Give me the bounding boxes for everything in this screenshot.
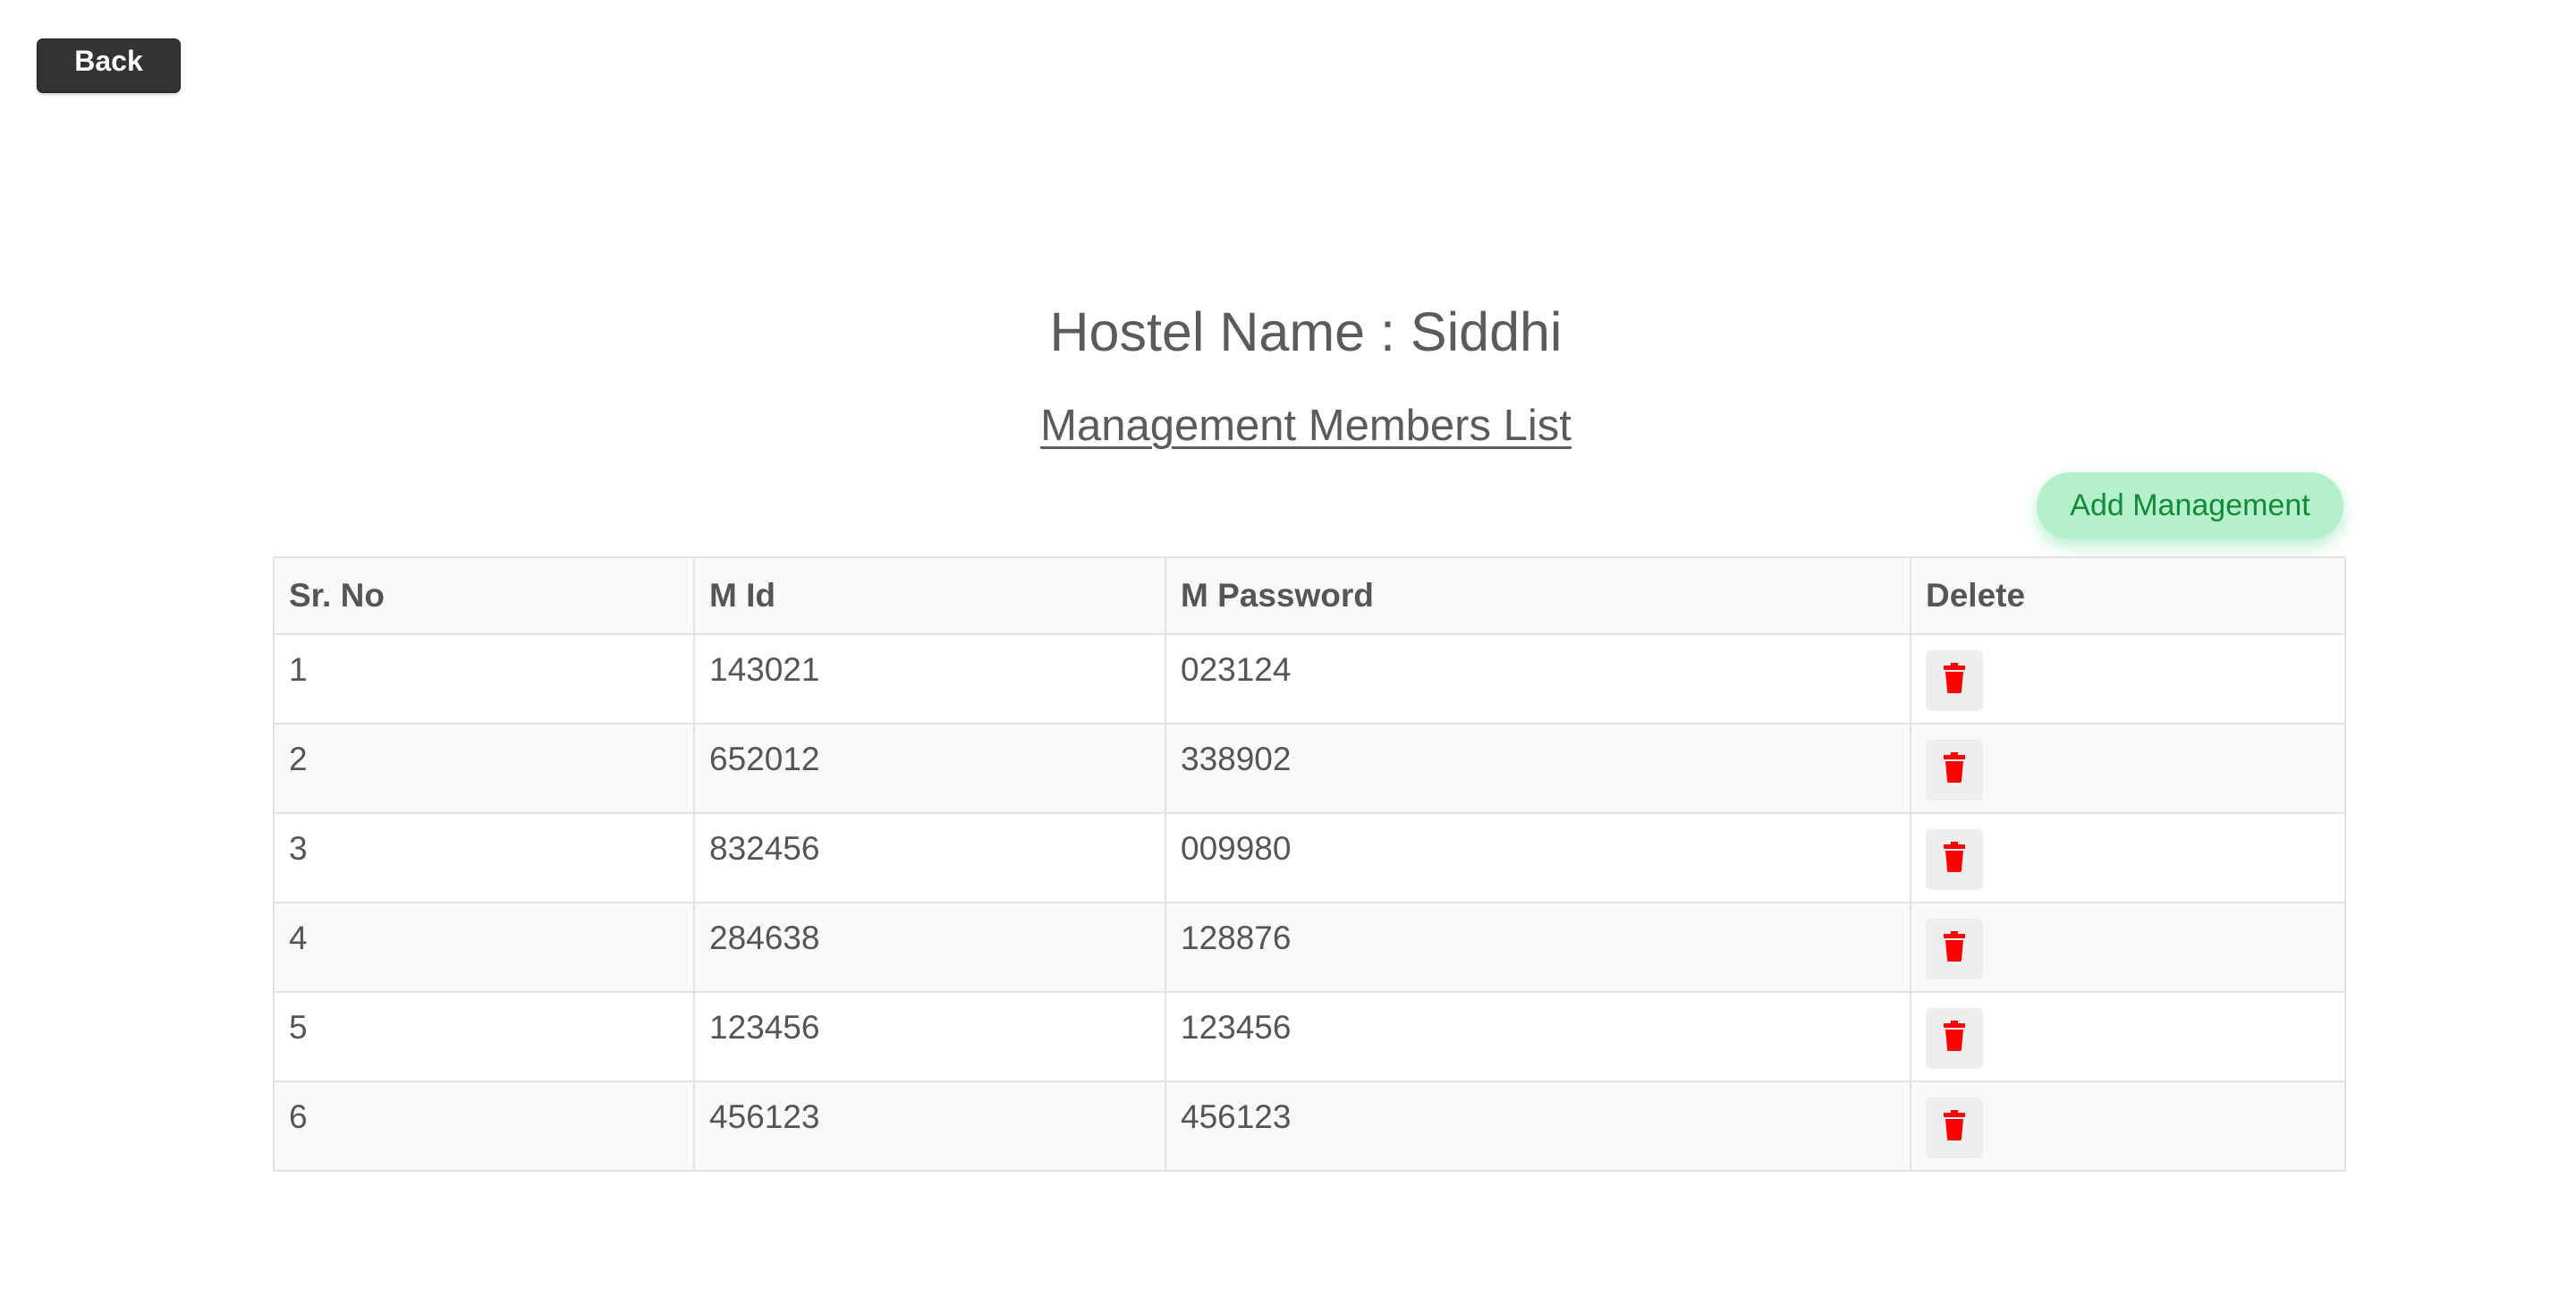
- table-row: 1 143021 023124: [273, 633, 2346, 725]
- delete-button[interactable]: [1926, 829, 1983, 890]
- table-header-row: Sr. No M Id M Password Delete: [273, 556, 2346, 635]
- delete-button[interactable]: [1926, 1098, 1983, 1158]
- delete-button[interactable]: [1926, 919, 1983, 979]
- header-delete: Delete: [1910, 556, 2346, 635]
- cell-delete: [1910, 633, 2346, 725]
- delete-button[interactable]: [1926, 1008, 1983, 1069]
- page-title: Hostel Name : Siddhi: [1049, 301, 1563, 362]
- trash-icon: [1944, 752, 1965, 783]
- management-table-container: Sr. No M Id M Password Delete 1 143021 023…: [273, 556, 2346, 1172]
- cell-sr-no: 1: [273, 633, 695, 725]
- cell-m-id: 123456: [693, 991, 1166, 1082]
- cell-m-password: 023124: [1165, 633, 1911, 725]
- cell-delete: [1910, 723, 2346, 814]
- table-row: 2 652012 338902: [273, 723, 2346, 814]
- cell-sr-no: 6: [273, 1081, 695, 1172]
- header-m-id: M Id: [693, 556, 1166, 635]
- cell-delete: [1910, 1081, 2346, 1172]
- cell-m-id: 652012: [693, 723, 1166, 814]
- add-management-button[interactable]: Add Management: [2037, 472, 2343, 539]
- cell-m-password: 338902: [1165, 723, 1911, 814]
- trash-icon: [1944, 842, 1965, 872]
- trash-icon: [1944, 1021, 1965, 1051]
- management-list-heading: Management Members List: [1040, 402, 1572, 450]
- delete-button[interactable]: [1926, 740, 1983, 801]
- table-row: 5 123456 123456: [273, 991, 2346, 1082]
- cell-sr-no: 5: [273, 991, 695, 1082]
- trash-icon: [1944, 663, 1965, 693]
- table-row: 3 832456 009980: [273, 812, 2346, 903]
- cell-m-id: 143021: [693, 633, 1166, 725]
- cell-m-password: 456123: [1165, 1081, 1911, 1172]
- header-sr-no: Sr. No: [273, 556, 695, 635]
- trash-icon: [1944, 931, 1965, 962]
- cell-m-id: 832456: [693, 812, 1166, 903]
- management-members-table: Sr. No M Id M Password Delete 1 143021 023…: [273, 556, 2346, 1172]
- delete-button[interactable]: [1926, 650, 1983, 711]
- table-row: 4 284638 128876: [273, 902, 2346, 993]
- cell-m-id: 284638: [693, 902, 1166, 993]
- cell-delete: [1910, 991, 2346, 1082]
- table-row: 6 456123 456123: [273, 1081, 2346, 1172]
- table-body: 1 143021 023124 2 652012 338902 3 832456 009980 4…: [273, 633, 2346, 1172]
- cell-sr-no: 2: [273, 723, 695, 814]
- back-button[interactable]: Back: [37, 38, 181, 93]
- cell-delete: [1910, 902, 2346, 993]
- cell-sr-no: 3: [273, 812, 695, 903]
- trash-icon: [1944, 1110, 1965, 1140]
- cell-sr-no: 4: [273, 902, 695, 993]
- cell-delete: [1910, 812, 2346, 903]
- cell-m-id: 456123: [693, 1081, 1166, 1172]
- cell-m-password: 009980: [1165, 812, 1911, 903]
- cell-m-password: 123456: [1165, 991, 1911, 1082]
- cell-m-password: 128876: [1165, 902, 1911, 993]
- header-m-password: M Password: [1165, 556, 1911, 635]
